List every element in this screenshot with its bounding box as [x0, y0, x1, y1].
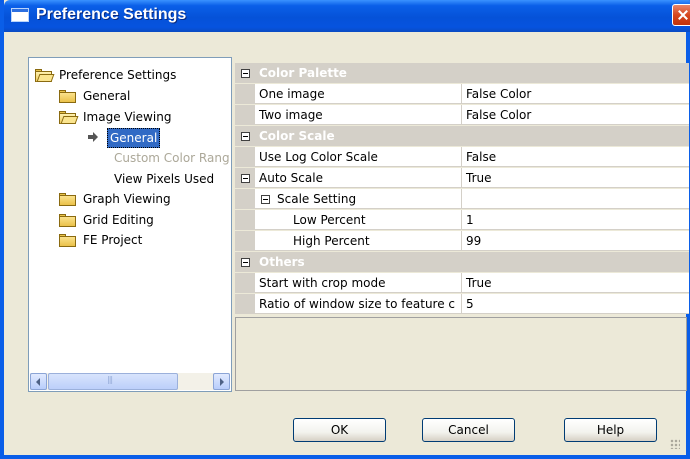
property-value[interactable]: 5: [461, 294, 689, 314]
tree-item-label: Preference Settings: [59, 68, 177, 82]
category-label: Others: [259, 255, 305, 269]
property-row-two-image[interactable]: Two image False Color: [235, 105, 689, 125]
property-value[interactable]: True: [461, 168, 689, 188]
scroll-left-icon[interactable]: [30, 373, 47, 390]
ok-button[interactable]: OK: [293, 418, 386, 442]
property-name: Low Percent: [255, 210, 461, 230]
scrollbar-thumb[interactable]: [48, 373, 178, 390]
category-label: Color Palette: [259, 66, 347, 80]
property-name: Two image: [255, 105, 461, 125]
category-others[interactable]: Others: [235, 252, 689, 272]
folder-icon: [59, 193, 76, 206]
property-row-high-percent[interactable]: High Percent 99: [235, 231, 689, 251]
property-name: One image: [255, 84, 461, 104]
property-value[interactable]: False: [461, 147, 689, 167]
property-value[interactable]: 1: [461, 210, 689, 230]
property-name: High Percent: [255, 231, 461, 251]
property-grid: Color Palette One image False Color Two …: [235, 63, 689, 314]
tree-item-label: Custom Color Rang: [114, 151, 230, 165]
resize-grip-icon[interactable]: [670, 439, 680, 449]
open-folder-icon: [35, 69, 55, 82]
cancel-button[interactable]: Cancel: [422, 418, 515, 442]
property-value[interactable]: True: [461, 273, 689, 293]
property-row-auto-scale[interactable]: Auto Scale True: [235, 168, 689, 188]
property-row-ratio-window-size[interactable]: Ratio of window size to feature c 5: [235, 294, 689, 314]
property-name: Auto Scale: [255, 168, 461, 188]
tree-item-label: Image Viewing: [83, 110, 172, 124]
tree-item-label: Grid Editing: [83, 213, 154, 227]
folder-icon: [59, 214, 76, 227]
arrow-right-icon: [88, 132, 98, 142]
property-name: Use Log Color Scale: [255, 147, 461, 167]
property-value[interactable]: [461, 189, 689, 209]
property-row-scale-setting[interactable]: Scale Setting: [235, 189, 689, 209]
category-label: Color Scale: [259, 129, 335, 143]
help-button[interactable]: Help: [564, 418, 657, 442]
tree-item-label: View Pixels Used: [114, 172, 215, 186]
horizontal-scrollbar[interactable]: [30, 373, 230, 390]
tree-item-label: General: [83, 89, 131, 103]
window-title: Preference Settings: [36, 6, 187, 23]
property-name: Scale Setting: [277, 192, 357, 206]
tree-item-label: Graph Viewing: [83, 192, 171, 206]
property-row-use-log-color-scale[interactable]: Use Log Color Scale False: [235, 147, 689, 167]
property-row-low-percent[interactable]: Low Percent 1: [235, 210, 689, 230]
window-icon: [11, 8, 29, 22]
scroll-right-icon[interactable]: [213, 373, 230, 390]
collapse-icon[interactable]: [241, 132, 250, 141]
property-value[interactable]: False Color: [461, 84, 689, 104]
property-name: Ratio of window size to feature c: [255, 294, 461, 314]
collapse-icon[interactable]: [241, 174, 250, 183]
property-value[interactable]: False Color: [461, 105, 689, 125]
category-color-palette[interactable]: Color Palette: [235, 63, 689, 83]
tree-item-custom-color-range[interactable]: Custom Color Rang: [114, 149, 231, 167]
folder-icon: [59, 234, 76, 247]
open-folder-icon: [59, 111, 79, 124]
settings-tree[interactable]: Preference Settings General Image Viewin…: [28, 57, 232, 392]
collapse-icon[interactable]: [261, 195, 270, 204]
property-row-start-with-crop-mode[interactable]: Start with crop mode True: [235, 273, 689, 293]
collapse-icon[interactable]: [241, 258, 250, 267]
category-color-scale[interactable]: Color Scale: [235, 126, 689, 146]
property-name: Start with crop mode: [255, 273, 461, 293]
property-row-one-image[interactable]: One image False Color: [235, 84, 689, 104]
tree-item-label: General: [107, 128, 161, 148]
tree-item-label: FE Project: [83, 233, 143, 247]
collapse-icon[interactable]: [241, 69, 250, 78]
preference-settings-dialog: Preference Settings Preference Settings …: [0, 0, 690, 459]
close-button[interactable]: [672, 4, 690, 26]
title-bar[interactable]: Preference Settings: [4, 0, 690, 32]
description-panel: [235, 317, 687, 391]
folder-icon: [59, 90, 76, 103]
property-value[interactable]: 99: [461, 231, 689, 251]
